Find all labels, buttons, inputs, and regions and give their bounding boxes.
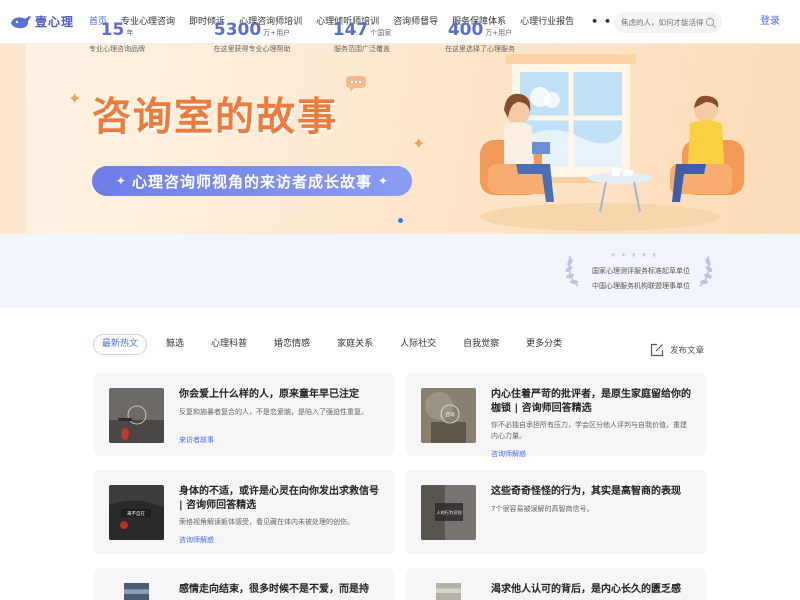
- stat-unit: 万+用户: [263, 29, 291, 37]
- article-desc: 荣格视角解读躯体感受，看见藏在体内未被处理的创伤。: [179, 518, 354, 526]
- stat-number: 5300: [213, 20, 262, 40]
- article-desc: 反复和施暴者复合的人，不是恋爱脑，是陷入了强迫性重复。: [179, 408, 368, 416]
- star-icon: ✦: [378, 174, 389, 188]
- article-title[interactable]: 渴求他人认可的背后，是内心长久的匮乏感: [491, 583, 691, 597]
- banner-subtitle-pill: ✦ 心理咨询师视角的来访者成长故事 ✦: [92, 166, 412, 196]
- thumbnail-caption: 咨询: [446, 411, 455, 418]
- article-card[interactable]: 人的行为识别 这些奇奇怪怪的行为，其实是高智商的表现 7个很容易被误解的高智商信…: [406, 470, 706, 554]
- article-tag[interactable]: 咨询师解惑: [491, 449, 526, 459]
- article-title[interactable]: 这些奇奇怪怪的行为，其实是高智商的表现: [491, 485, 691, 499]
- tab-social[interactable]: 人际社交: [392, 334, 444, 355]
- honor-block: 国家心理测评服务标准起草单位 中国心理服务机构联盟理事单位: [586, 266, 696, 296]
- tab-self-awareness[interactable]: 自我觉察: [455, 334, 507, 355]
- publish-label: 发布文章: [670, 346, 705, 356]
- article-desc: 你不必独自承担所有压力，学会区分他人评判与自我价值，重建内心力量。: [491, 421, 687, 440]
- tab-psychology[interactable]: 心理科普: [203, 334, 255, 355]
- publish-article-button[interactable]: 发布文章: [650, 343, 704, 357]
- article-desc: 7个很容易被误解的高智商信号。: [491, 505, 594, 513]
- article-tag[interactable]: 咨询师解惑: [179, 535, 214, 545]
- sparkle-icon: ✦: [68, 89, 82, 108]
- star-icon: ✦: [115, 174, 126, 188]
- carousel-indicator[interactable]: [398, 218, 403, 223]
- sparkle-icon: ✦: [412, 134, 426, 153]
- article-card[interactable]: 你会爱上什么样的人，原来童年早已注定 反复和施暴者复合的人，不是恋爱脑，是陷入了…: [94, 373, 394, 456]
- search-input[interactable]: [621, 18, 703, 27]
- logo-text: 壹心理: [35, 15, 75, 29]
- tab-family[interactable]: 家庭关系: [329, 334, 381, 355]
- category-tabs: 最新热文 鲸选 心理科普 婚恋情感 家庭关系 人际社交 自我觉察 更多分类: [93, 334, 581, 355]
- site-logo[interactable]: 壹心理: [10, 13, 74, 30]
- hero-banner[interactable]: ✦ ✦ 咨询室的故事 ✦ 心理咨询师视角的来访者成长故事 ✦: [0, 44, 800, 234]
- tab-featured[interactable]: 鲸选: [158, 334, 192, 355]
- stat-unit: 个国家: [370, 29, 392, 37]
- login-link[interactable]: 登录: [760, 0, 780, 44]
- tab-latest[interactable]: 最新热文: [93, 334, 148, 355]
- laurel-left-icon: [565, 255, 579, 287]
- honor-stars-icon: ★★★★★: [610, 251, 662, 259]
- stat-item: 400 万+用户 在这里选择了心理服务: [432, 20, 528, 54]
- stat-item: 147 个国家 服务范围广泛覆盖: [322, 20, 402, 54]
- laurel-right-icon: [699, 255, 713, 287]
- honor-line: 国家心理测评服务标准起草单位: [592, 267, 690, 275]
- thumbnail-caption: 人的行为识别: [436, 509, 461, 516]
- thumbnail-caption: 来不自在: [127, 510, 145, 517]
- stat-label: 在这里选择了心理服务: [445, 45, 515, 53]
- article-thumbnail: 来不自在: [109, 485, 164, 540]
- article-thumbnail: 人的行为识别: [421, 485, 476, 540]
- banner-subtitle: 心理咨询师视角的来访者成长故事: [131, 172, 372, 191]
- search-icon[interactable]: [705, 17, 717, 29]
- article-title[interactable]: 身体的不适，或许是心灵在向你发出求救信号 | 咨询师回答精选: [179, 485, 379, 513]
- banner-title: 咨询室的故事: [92, 94, 339, 140]
- article-thumbnail: [124, 583, 149, 600]
- honor-line: 中国心理服务机构联盟理事单位: [592, 282, 690, 290]
- article-title[interactable]: 你会爱上什么样的人，原来童年早已注定: [179, 388, 379, 402]
- edit-icon: [650, 343, 664, 357]
- article-thumbnail: [436, 583, 461, 600]
- stat-label: 专业心理咨询品牌: [89, 45, 145, 53]
- article-card[interactable]: 咨询 内心住着严苛的批评者，是原生家庭留给你的枷锁 | 咨询师回答精选 你不必独…: [406, 373, 706, 459]
- stat-number: 15: [100, 20, 125, 40]
- stat-label: 服务范围广泛覆盖: [334, 45, 390, 53]
- article-thumbnail: 咨询: [421, 388, 476, 443]
- article-title[interactable]: 内心住着严苛的批评者，是原生家庭留给你的枷锁 | 咨询师回答精选: [491, 388, 691, 416]
- stat-unit: 年: [126, 29, 134, 37]
- stat-unit: 万+用户: [485, 29, 513, 37]
- article-card[interactable]: 来不自在 身体的不适，或许是心灵在向你发出求救信号 | 咨询师回答精选 荣格视角…: [94, 470, 394, 554]
- chat-bubble-icon: [346, 76, 366, 92]
- stat-label: 在这里获得专业心理帮助: [213, 45, 291, 53]
- stat-item: 5300 万+用户 在这里获得专业心理帮助: [192, 20, 312, 54]
- stat-number: 400: [447, 20, 484, 40]
- article-tag[interactable]: 来访者故事: [179, 435, 214, 445]
- article-card[interactable]: 渴求他人认可的背后，是内心长久的匮乏感: [406, 568, 706, 600]
- logo-whale-icon: [11, 15, 31, 28]
- stat-number: 147: [332, 20, 369, 40]
- tab-relationship[interactable]: 婚恋情感: [266, 334, 318, 355]
- stat-item: 15 年 专业心理咨询品牌: [82, 20, 152, 54]
- article-thumbnail: [109, 388, 164, 443]
- article-card[interactable]: 感情走向结束，很多时候不是不爱，而是持: [94, 568, 394, 600]
- search-box[interactable]: [614, 12, 722, 33]
- article-title[interactable]: 感情走向结束，很多时候不是不爱，而是持: [179, 583, 379, 597]
- tab-more-categories[interactable]: 更多分类: [518, 334, 570, 355]
- counseling-room-illustration: [480, 54, 744, 231]
